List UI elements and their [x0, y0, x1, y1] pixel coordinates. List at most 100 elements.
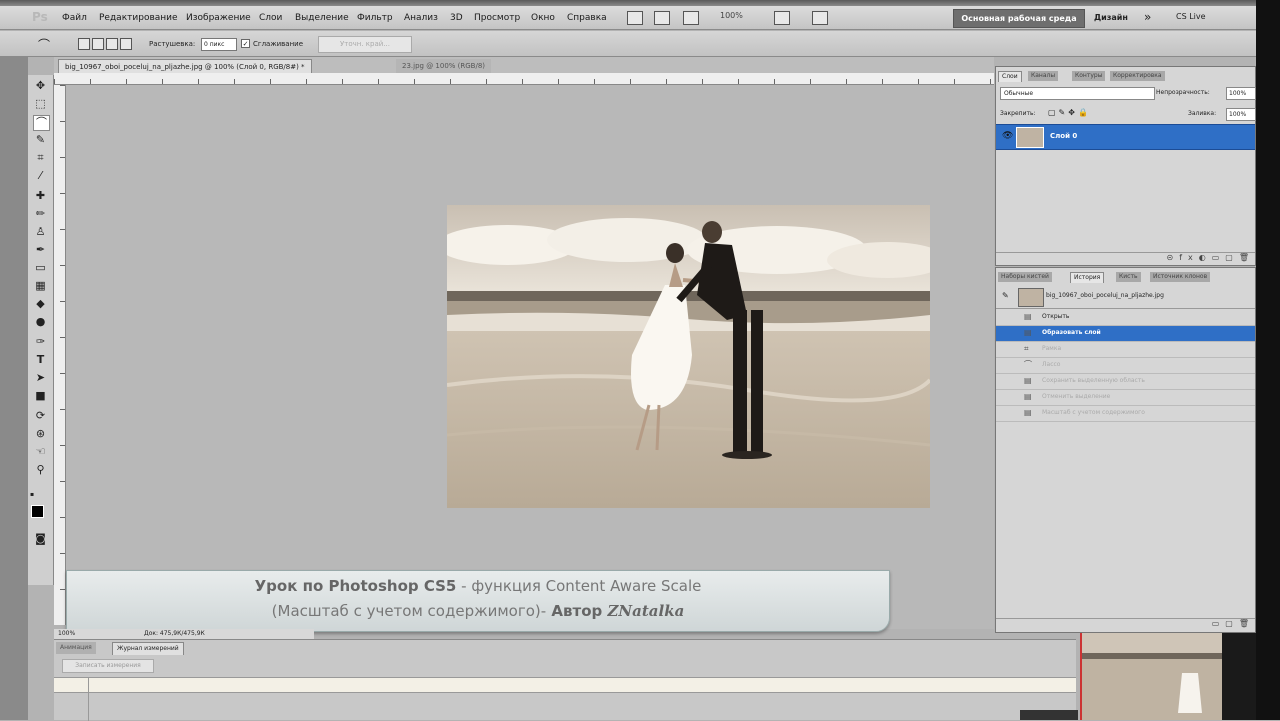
lasso-tool-preset-icon[interactable]: ⌒	[38, 36, 50, 53]
history-item-label: Масштаб с учетом содержимого	[1042, 409, 1145, 416]
healing-brush-tool-icon[interactable]: ✚	[33, 189, 48, 203]
quick-select-tool-icon[interactable]: ✎	[33, 133, 48, 147]
menu-3d[interactable]: 3D	[450, 13, 463, 23]
marquee-tool-icon[interactable]: ⬚	[33, 97, 48, 111]
design-workspace[interactable]: Дизайн	[1094, 13, 1128, 22]
default-colors-icon[interactable]: ▪	[30, 491, 38, 499]
lasso-icon: ⌒	[1024, 360, 1032, 369]
caption-connector: - функция	[456, 577, 546, 595]
more-workspaces-icon[interactable]: »	[1144, 10, 1151, 24]
view-extras-icon[interactable]	[683, 11, 699, 25]
antialias-checkbox[interactable]: ✓	[241, 39, 250, 48]
screen-mode-icon[interactable]	[812, 11, 828, 25]
tab-paths[interactable]: Контуры	[1072, 71, 1106, 81]
menu-file[interactable]: Файл	[62, 13, 87, 23]
history-footer-icons[interactable]: ▭▢🗑	[996, 618, 1255, 633]
layer-row-selected[interactable]: 👁 Слой 0	[996, 124, 1255, 150]
add-selection-icon[interactable]	[92, 38, 104, 50]
tab-measurement-log[interactable]: Журнал измерений	[112, 642, 184, 655]
menu-select[interactable]: Выделение	[295, 13, 349, 23]
menu-view[interactable]: Просмотр	[474, 13, 520, 23]
tab-history[interactable]: История	[1070, 272, 1105, 283]
tab-animation[interactable]: Анимация	[56, 642, 96, 654]
new-selection-icon[interactable]	[78, 38, 90, 50]
history-brush-tool-icon[interactable]: ✒	[33, 243, 48, 257]
vertical-ruler[interactable]	[54, 85, 66, 625]
arrange-docs-icon[interactable]	[774, 11, 790, 25]
menu-filter[interactable]: Фильтр	[357, 13, 393, 23]
eyedropper-tool-icon[interactable]: ⁄	[33, 169, 48, 183]
history-item[interactable]: ⌒ Лассо	[996, 358, 1255, 374]
tab-brush[interactable]: Кисть	[1116, 272, 1141, 282]
opacity-label: Непрозрачность:	[1156, 89, 1210, 96]
3d-orbit-tool-icon[interactable]: ⊛	[33, 427, 48, 441]
move-tool-icon[interactable]: ✥	[33, 79, 48, 93]
history-item[interactable]: ▤ Открыть	[996, 310, 1255, 326]
menu-window[interactable]: Окно	[531, 13, 555, 23]
history-item[interactable]: ⌗ Рамка	[996, 342, 1255, 358]
lock-icons[interactable]: ▢✎✥🔒	[1048, 108, 1091, 117]
brush-tool-icon[interactable]: ✏	[33, 207, 48, 221]
menu-help[interactable]: Справка	[567, 13, 607, 23]
shape-tool-icon[interactable]: ■	[33, 389, 48, 403]
layer-name[interactable]: Слой 0	[1050, 132, 1077, 140]
document-tab-2[interactable]: 23.jpg @ 100% (RGB/8)	[396, 59, 492, 73]
tab-layers[interactable]: Слои	[998, 71, 1022, 82]
horizontal-ruler[interactable]	[54, 73, 994, 85]
zoom-select[interactable]: 100%	[720, 11, 760, 23]
history-snapshot[interactable]: ✎ big_10967_oboi_poceluj_na_pljazhe.jpg	[996, 286, 1255, 309]
tab-brush-presets[interactable]: Наборы кистей	[998, 272, 1052, 282]
blur-tool-icon[interactable]: ◆	[33, 297, 48, 311]
lasso-tool-icon[interactable]: ⌒	[33, 115, 50, 131]
snapshot-brush-icon[interactable]: ✎	[1002, 291, 1009, 300]
layer-icon: ▤	[1024, 328, 1032, 337]
caption-feature: Content Aware Scale	[545, 577, 702, 595]
fill-input[interactable]: 100%	[1226, 108, 1256, 121]
hand-tool-icon[interactable]: ☜	[33, 445, 48, 459]
foreground-color-swatch[interactable]	[31, 505, 44, 518]
3d-rotate-tool-icon[interactable]: ⟳	[33, 409, 48, 423]
bridge-icon[interactable]	[627, 11, 643, 25]
refine-edge-button[interactable]: Уточн. край...	[318, 36, 412, 53]
document-photo[interactable]	[447, 205, 930, 508]
gradient-tool-icon[interactable]: ▦	[33, 279, 48, 293]
history-item[interactable]: ▤ Масштаб с учетом содержимого	[996, 406, 1255, 422]
preview-image	[1082, 633, 1256, 720]
workspace-button[interactable]: Основная рабочая среда	[953, 9, 1085, 28]
blend-mode-select[interactable]: Обычные	[1000, 87, 1155, 100]
intersect-selection-icon[interactable]	[120, 38, 132, 50]
cs-live-button[interactable]: CS Live	[1176, 12, 1206, 21]
status-zoom[interactable]: 100%	[58, 629, 75, 639]
feather-input[interactable]: 0 пикс	[201, 38, 237, 51]
visibility-eye-icon[interactable]: 👁	[1002, 131, 1013, 141]
subtract-selection-icon[interactable]	[106, 38, 118, 50]
quick-mask-icon[interactable]: ◙	[33, 532, 48, 546]
document-tab-active[interactable]: big_10967_oboi_poceluj_na_pljazhe.jpg @ …	[58, 59, 312, 74]
record-measurements-button[interactable]: Записать измерения	[62, 659, 154, 673]
tab-adjustments[interactable]: Корректировка	[1110, 71, 1165, 81]
options-bar: ⌒ Растушевка: 0 пикс ✓ Сглаживание Уточн…	[0, 31, 1256, 57]
tab-clone-source[interactable]: Источник клонов	[1150, 272, 1211, 282]
measurement-panel: Анимация Журнал измерений Записать измер…	[54, 639, 1076, 721]
pen-tool-icon[interactable]: ✑	[33, 335, 48, 349]
layer-thumbnail	[1016, 127, 1044, 148]
menu-analysis[interactable]: Анализ	[404, 13, 438, 23]
dodge-tool-icon[interactable]: ●	[33, 315, 48, 329]
zoom-tool-icon[interactable]: ⚲	[33, 463, 48, 477]
history-item[interactable]: ▤ Отменить выделение	[996, 390, 1255, 406]
menu-image[interactable]: Изображение	[186, 13, 251, 23]
path-select-tool-icon[interactable]: ➤	[33, 371, 48, 385]
crop-tool-icon[interactable]: ⌗	[33, 151, 48, 165]
history-item-label: Лассо	[1042, 361, 1061, 368]
tab-channels[interactable]: Каналы	[1028, 71, 1059, 81]
mini-bridge-icon[interactable]	[654, 11, 670, 25]
history-item[interactable]: ▤ Сохранить выделенную область	[996, 374, 1255, 390]
layers-footer-icons[interactable]: ⊝fx◐▭▢🗑	[996, 252, 1255, 266]
eraser-tool-icon[interactable]: ▭	[33, 261, 48, 275]
type-tool-icon[interactable]: T	[33, 353, 48, 367]
clone-stamp-tool-icon[interactable]: ♙	[33, 225, 48, 239]
menu-edit[interactable]: Редактирование	[99, 13, 178, 23]
opacity-input[interactable]: 100%	[1226, 87, 1256, 100]
menu-layers[interactable]: Слои	[259, 13, 282, 23]
history-item[interactable]: ▤ Образовать слой	[996, 326, 1255, 342]
